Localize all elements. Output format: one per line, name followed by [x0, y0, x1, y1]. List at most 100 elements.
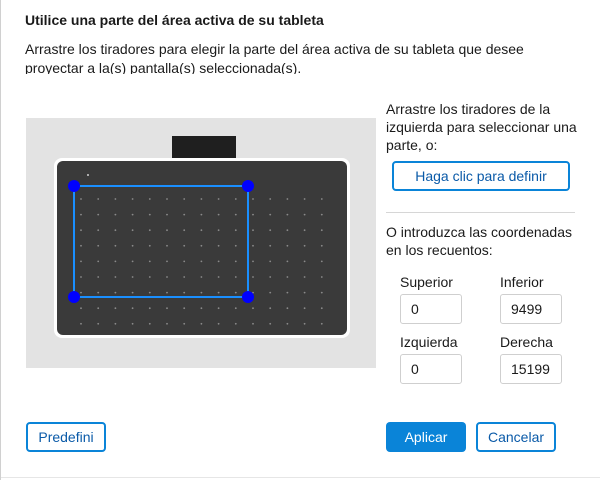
- grid-dot: [286, 291, 289, 294]
- grid-dot: [234, 260, 237, 263]
- grid-dot: [114, 307, 117, 310]
- tablet-top-bar: [172, 136, 236, 158]
- grid-dot: [320, 213, 323, 216]
- right-input[interactable]: [500, 354, 562, 384]
- grid-dot: [303, 198, 306, 200]
- click-to-define-button[interactable]: Haga clic para definir: [392, 161, 570, 191]
- grid-dot: [80, 322, 82, 325]
- grid-dot: [200, 244, 203, 247]
- grid-dot: [252, 307, 254, 310]
- grid-dot: [183, 198, 186, 200]
- grid-dot: [114, 229, 117, 232]
- grid-dot: [286, 322, 289, 325]
- grid-dot: [252, 322, 254, 325]
- grid-dot: [97, 291, 100, 294]
- grid-dot: [80, 260, 82, 263]
- tablet-active-area[interactable]: [57, 161, 347, 335]
- grid-dot: [252, 276, 254, 278]
- grid-dot: [166, 198, 168, 200]
- grid-dot: [148, 213, 151, 216]
- grid-dot: [200, 307, 203, 310]
- grid-dot: [80, 198, 82, 200]
- grid-dot: [252, 213, 254, 216]
- handle-bottom-right[interactable]: [242, 291, 254, 303]
- grid-dot: [97, 322, 100, 325]
- grid-dot: [252, 260, 254, 263]
- grid-dot: [234, 307, 237, 310]
- tablet-area-dialog: Utilice una parte del área activa de su …: [0, 0, 600, 480]
- grid-dot: [97, 276, 100, 278]
- grid-dot: [131, 322, 134, 325]
- handle-top-right[interactable]: [242, 180, 254, 192]
- grid-dot: [131, 276, 134, 278]
- grid-dot: [80, 229, 82, 232]
- grid-dot: [234, 322, 237, 325]
- grid-dot: [303, 307, 306, 310]
- grid-dot: [200, 260, 203, 263]
- grid-dot: [286, 198, 289, 200]
- grid-dot: [269, 291, 272, 294]
- grid-dot: [320, 307, 323, 310]
- grid-dot: [234, 291, 237, 294]
- grid-dot: [114, 244, 117, 247]
- grid-dot: [166, 244, 168, 247]
- grid-dot: [148, 322, 151, 325]
- grid-dot: [234, 213, 237, 216]
- grid-dot: [217, 198, 220, 200]
- grid-dot: [286, 276, 289, 278]
- grid-dot: [269, 198, 272, 200]
- grid-dot: [269, 276, 272, 278]
- grid-dot: [320, 276, 323, 278]
- panel-divider: [386, 212, 575, 213]
- grid-dot: [217, 229, 220, 232]
- grid-dot: [131, 307, 134, 310]
- handle-bottom-left[interactable]: [68, 291, 80, 303]
- grid-dot: [286, 229, 289, 232]
- grid-dot: [303, 291, 306, 294]
- grid-dot: [148, 260, 151, 263]
- grid-dot: [303, 213, 306, 216]
- top-label: Superior: [400, 274, 453, 290]
- dialog-description: Arrastre los tiradores para elegir la pa…: [25, 41, 524, 74]
- grid-dot: [200, 276, 203, 278]
- grid-dot: [183, 322, 186, 325]
- grid-dot: [97, 229, 100, 232]
- grid-dot: [148, 198, 151, 200]
- grid-dot: [80, 291, 82, 294]
- grid-dot: [183, 213, 186, 216]
- left-label: Izquierda: [400, 334, 458, 350]
- grid-dot: [234, 276, 237, 278]
- grid-dot: [114, 213, 117, 216]
- handle-top-left[interactable]: [68, 180, 80, 192]
- tablet-indicator-dot: [87, 174, 89, 176]
- grid-dot: [166, 322, 168, 325]
- selection-rectangle[interactable]: [73, 185, 249, 298]
- bottom-input[interactable]: [500, 294, 562, 324]
- grid-dot: [80, 213, 82, 216]
- grid-dot: [217, 276, 220, 278]
- grid-dot: [114, 260, 117, 263]
- coordinates-hint: O introduzca las coordenadas en los recu…: [386, 224, 572, 258]
- apply-button[interactable]: Aplicar: [386, 422, 466, 452]
- grid-dot: [217, 322, 220, 325]
- grid-dot: [183, 291, 186, 294]
- grid-dot: [303, 229, 306, 232]
- top-input[interactable]: [400, 294, 462, 324]
- grid-dot: [286, 213, 289, 216]
- grid-dot: [234, 229, 237, 232]
- grid-dot: [166, 229, 168, 232]
- cancel-button[interactable]: Cancelar: [476, 422, 556, 452]
- dot-grid: [80, 174, 323, 325]
- grid-dot: [148, 276, 151, 278]
- grid-dot: [320, 198, 323, 200]
- grid-dot: [148, 291, 151, 294]
- grid-dot: [166, 213, 168, 216]
- left-input[interactable]: [400, 354, 462, 384]
- dialog-title: Utilice una parte del área activa de su …: [25, 12, 324, 28]
- grid-dot: [320, 322, 323, 325]
- grid-dot: [217, 260, 220, 263]
- grid-dot: [97, 198, 100, 200]
- grid-dot: [97, 260, 100, 263]
- grid-dot: [97, 213, 100, 216]
- default-button[interactable]: Predefini: [26, 422, 106, 452]
